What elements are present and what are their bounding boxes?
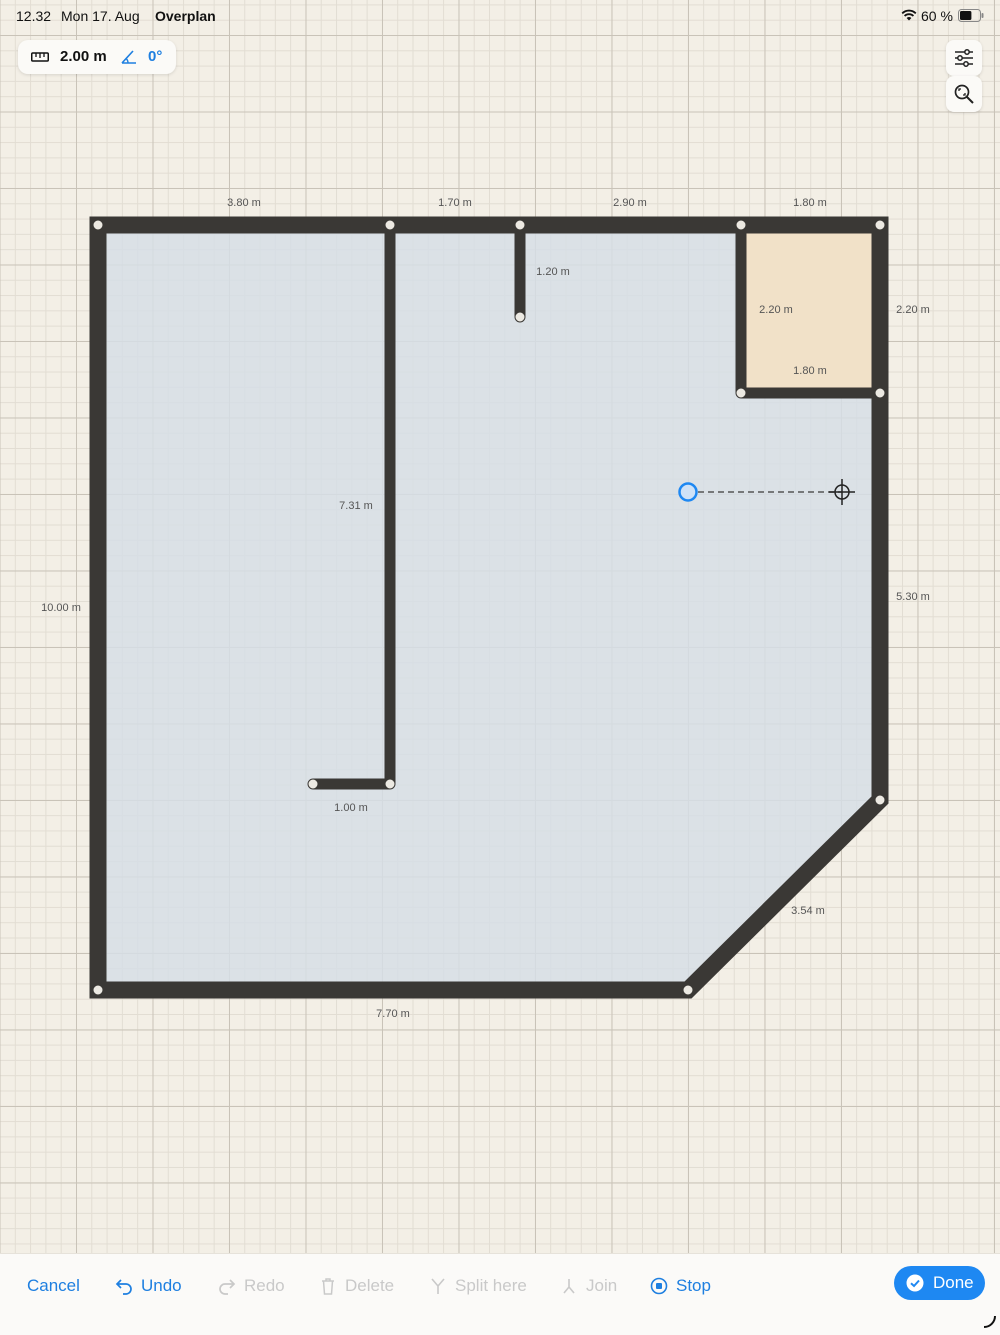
dimension-label: 1.00 m xyxy=(334,802,368,814)
undo-icon xyxy=(115,1279,132,1295)
undo-button[interactable]: Undo xyxy=(115,1274,185,1298)
joint-handle[interactable] xyxy=(735,219,747,231)
redo-button[interactable]: Redo xyxy=(218,1274,288,1298)
bottom-toolbar: Cancel Undo Redo Delete Split here Join xyxy=(0,1253,1000,1335)
dimension-label: 3.54 m xyxy=(791,905,825,917)
joint-handle[interactable] xyxy=(514,219,526,231)
resize-corner-icon xyxy=(983,1315,996,1328)
done-label: Done xyxy=(933,1273,974,1292)
undo-label: Undo xyxy=(141,1276,182,1295)
join-button[interactable]: Join xyxy=(560,1274,620,1298)
delete-button[interactable]: Delete xyxy=(319,1274,399,1298)
trash-icon xyxy=(322,1278,334,1295)
joint-handle[interactable] xyxy=(874,219,886,231)
wall-angle-value: 0° xyxy=(148,48,163,65)
stop-icon xyxy=(650,1277,668,1295)
wall-length-value: 2.00 m xyxy=(60,48,107,65)
redo-label: Redo xyxy=(244,1276,285,1295)
dimension-label: 1.20 m xyxy=(536,266,570,278)
dimension-label: 10.00 m xyxy=(41,602,81,614)
split-here-button[interactable]: Split here xyxy=(429,1274,529,1298)
joint-handle[interactable] xyxy=(682,984,694,996)
joint-handle[interactable] xyxy=(384,778,396,790)
angle-icon xyxy=(121,50,136,64)
joint-handle[interactable] xyxy=(735,387,747,399)
dimension-label: 1.70 m xyxy=(438,197,472,209)
split-icon xyxy=(431,1278,445,1294)
dimension-label: 1.80 m xyxy=(793,197,827,209)
join-icon xyxy=(563,1279,575,1294)
floor-plan-canvas[interactable]: 3.80 m 1.70 m 2.90 m 1.80 m 1.20 m 2.20 … xyxy=(0,0,1000,1253)
joint-handle[interactable] xyxy=(92,219,104,231)
done-button[interactable]: Done xyxy=(894,1266,985,1300)
dimension-label: 2.90 m xyxy=(613,197,647,209)
dimension-label: 5.30 m xyxy=(896,591,930,603)
split-here-label: Split here xyxy=(455,1276,527,1295)
sliders-icon xyxy=(955,49,973,67)
delete-label: Delete xyxy=(345,1276,395,1295)
joint-handle[interactable] xyxy=(514,311,526,323)
joint-handle[interactable] xyxy=(874,794,886,806)
joint-handle[interactable] xyxy=(874,387,886,399)
dimension-label: 3.80 m xyxy=(227,197,261,209)
dimension-label: 7.70 m xyxy=(376,1008,410,1020)
settings-button[interactable] xyxy=(946,40,982,76)
cancel-label: Cancel xyxy=(27,1276,80,1295)
joint-handle[interactable] xyxy=(307,778,319,790)
zoom-fit-button[interactable] xyxy=(946,76,982,112)
checkmark-circle-icon xyxy=(906,1274,924,1292)
dimension-label: 1.80 m xyxy=(793,365,827,377)
cancel-button[interactable]: Cancel xyxy=(27,1274,80,1298)
joint-handle[interactable] xyxy=(92,984,104,996)
measurement-pill[interactable]: 2.00 m 0° xyxy=(18,40,176,74)
dimension-label: 2.20 m xyxy=(759,304,793,316)
zoom-fit-icon xyxy=(954,84,974,104)
dimension-label: 7.31 m xyxy=(339,500,373,512)
dimension-label: 2.20 m xyxy=(896,304,930,316)
join-label: Join xyxy=(586,1276,618,1295)
stop-button[interactable]: Stop xyxy=(650,1274,720,1298)
stop-label: Stop xyxy=(676,1276,711,1295)
drawing-start-handle[interactable] xyxy=(678,482,698,502)
redo-icon xyxy=(219,1279,236,1295)
joint-handle[interactable] xyxy=(384,219,396,231)
ruler-icon xyxy=(31,52,49,62)
